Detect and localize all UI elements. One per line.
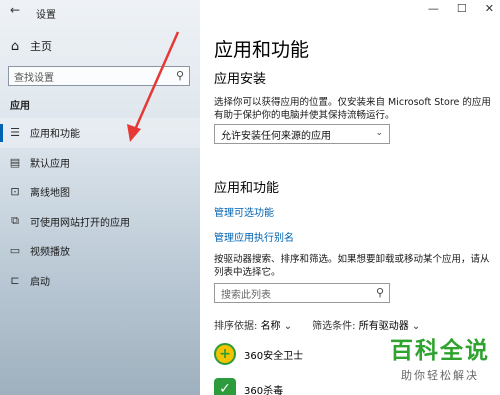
sidebar-item-label: 默认应用	[30, 158, 70, 170]
offline-maps-icon: ⊡	[10, 185, 20, 199]
filter-label: 筛选条件:	[312, 321, 356, 332]
search-icon[interactable]: ⚲	[376, 286, 384, 299]
install-source-value: 允许安装任何来源的应用	[221, 130, 331, 142]
app-name: 360杀毒	[244, 385, 284, 395]
sidebar-home-label: 主页	[30, 40, 52, 53]
watermark-main: 百科全说	[390, 338, 490, 364]
sidebar-item-apps-for-websites[interactable]: ⧉ 可使用网站打开的应用	[0, 207, 200, 237]
sidebar-section-label: 应用	[10, 101, 30, 112]
sidebar-item-startup[interactable]: ⊏ 启动	[0, 266, 200, 296]
apps-features-icon: ☰	[10, 126, 20, 140]
360-antivirus-icon: ✓	[214, 378, 236, 395]
sort-dropdown[interactable]: 排序依据: 名称 ⌄	[214, 317, 292, 332]
default-apps-icon: ▤	[9, 155, 21, 169]
watermark-sub: 助你轻松解决	[401, 369, 479, 382]
sidebar: ← 设置 ⌂ 主页 查找设置 ⚲ 应用 ☰ 应用和功能 ▤ 默认应用 ⊡ 离线地…	[0, 0, 200, 395]
install-description: 选择你可以获得应用的位置。仅安装来自 Microsoft Store 的应用有助…	[214, 97, 491, 121]
close-icon[interactable]: ✕	[485, 2, 494, 15]
sidebar-item-label: 离线地图	[30, 188, 70, 200]
maximize-icon[interactable]: ☐	[457, 2, 467, 15]
apps-features-heading: 应用和功能	[214, 181, 280, 196]
app-list-search-placeholder: 搜索此列表	[221, 289, 271, 301]
search-icon[interactable]: ⚲	[176, 69, 184, 82]
sidebar-item-label: 启动	[30, 276, 50, 288]
back-arrow-icon[interactable]: ←	[10, 3, 20, 17]
apps-for-websites-icon: ⧉	[11, 214, 19, 228]
sort-value: 名称	[260, 321, 281, 332]
apps-description: 按驱动器搜索、排序和筛选。如果想要卸载或移动某个应用，请从列表中选择它。	[214, 254, 490, 278]
install-source-dropdown[interactable]: 允许安装任何来源的应用 ⌄	[214, 124, 390, 144]
sidebar-item-video-playback[interactable]: ▭ 视频播放	[0, 236, 200, 266]
manage-optional-features-link[interactable]: 管理可选功能	[214, 204, 274, 219]
sidebar-item-offline-maps[interactable]: ⊡ 离线地图	[0, 177, 200, 207]
sidebar-item-label: 应用和功能	[30, 129, 80, 141]
manage-app-aliases-link[interactable]: 管理应用执行别名	[214, 229, 294, 244]
list-item[interactable]: + 360安全卫士	[214, 343, 303, 365]
watermark: 百科全说 助你轻松解决	[390, 331, 490, 383]
window-controls: — ☐ ✕	[428, 2, 494, 15]
chevron-down-icon: ⌄	[375, 128, 383, 138]
sidebar-item-label: 视频播放	[30, 247, 70, 259]
page-title: 应用和功能	[214, 39, 310, 61]
sort-label: 排序依据:	[214, 321, 258, 332]
list-item[interactable]: ✓ 360杀毒	[214, 378, 283, 395]
chevron-down-icon: ⌄	[283, 321, 293, 332]
sidebar-item-apps-features[interactable]: ☰ 应用和功能	[0, 118, 200, 148]
sort-filter-row: 排序依据: 名称 ⌄ 筛选条件: 所有驱动器 ⌄	[214, 317, 420, 332]
install-heading: 应用安装	[214, 72, 267, 87]
app-name: 360安全卫士	[244, 350, 304, 362]
minimize-icon[interactable]: —	[428, 2, 439, 15]
sidebar-home[interactable]: ⌂ 主页	[0, 34, 200, 58]
sidebar-item-label: 可使用网站打开的应用	[30, 217, 130, 229]
app-list-search-input[interactable]: 搜索此列表 ⚲	[214, 283, 390, 303]
sidebar-nav: ☰ 应用和功能 ▤ 默认应用 ⊡ 离线地图 ⧉ 可使用网站打开的应用 ▭ 视频播…	[0, 118, 200, 295]
filter-dropdown[interactable]: 筛选条件: 所有驱动器 ⌄	[312, 317, 420, 332]
window-title: 设置	[36, 10, 56, 21]
startup-icon: ⊏	[10, 273, 20, 287]
home-icon: ⌂	[10, 38, 20, 54]
settings-search-placeholder: 查找设置	[14, 72, 54, 84]
sidebar-item-default-apps[interactable]: ▤ 默认应用	[0, 148, 200, 178]
settings-search-input[interactable]: 查找设置 ⚲	[8, 66, 190, 86]
video-playback-icon: ▭	[9, 244, 21, 258]
360-safe-icon: +	[214, 343, 236, 365]
